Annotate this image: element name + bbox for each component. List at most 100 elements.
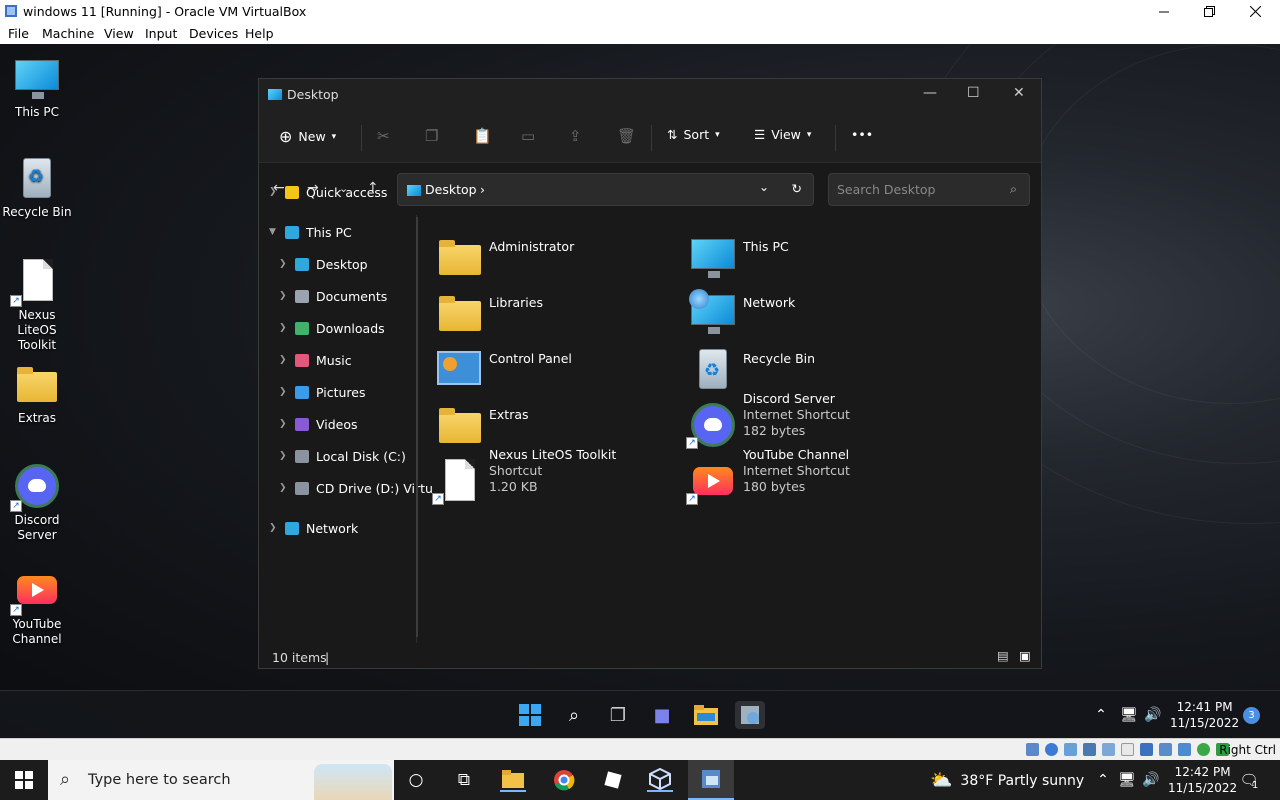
windows-start-icon[interactable]	[11, 768, 37, 792]
file-item-this-pc[interactable]: This PC	[673, 225, 923, 279]
nav-item-cd-drive-d-virtu[interactable]: ❯ CD Drive (D:) Virtu	[279, 477, 433, 499]
desktop-icon-discord[interactable]: ↗ Discord Server	[0, 462, 74, 543]
usb-status-icon[interactable]	[1102, 743, 1115, 756]
rename-icon[interactable]: ▭	[521, 127, 535, 145]
file-explorer-icon[interactable]	[691, 701, 721, 729]
menu-file[interactable]: File	[8, 26, 29, 41]
cut-icon[interactable]: ✂	[377, 127, 390, 145]
file-item-discord-server[interactable]: ↗ Discord Server Internet Shortcut 182 byte…	[673, 391, 923, 449]
address-dropdown-icon[interactable]: ⌄	[759, 180, 769, 194]
optical-drive-status-icon[interactable]	[1045, 743, 1058, 756]
nav-item-network[interactable]: ❯ Network	[269, 517, 358, 539]
host-clock[interactable]: 12:42 PM 11/15/2022	[1168, 764, 1237, 796]
chevron-right-icon[interactable]: ❯	[269, 523, 285, 533]
copy-icon[interactable]: ❐	[425, 127, 438, 145]
file-item-control-panel[interactable]: Control Panel	[419, 337, 669, 391]
large-icons-view-icon[interactable]: ▣	[1019, 648, 1031, 663]
task-view-icon[interactable]: ⧉	[451, 768, 477, 792]
file-item-administrator[interactable]: Administrator	[419, 225, 669, 279]
maximize-button[interactable]	[1186, 0, 1232, 23]
notification-badge[interactable]: 3	[1243, 707, 1260, 724]
file-item-network[interactable]: Network	[673, 281, 923, 335]
chevron-right-icon[interactable]: ❯	[279, 419, 295, 429]
menu-help[interactable]: Help	[245, 26, 274, 41]
nav-item-desktop[interactable]: ❯ Desktop	[279, 253, 368, 275]
guest-clock[interactable]: 12:41 PM 11/15/2022	[1170, 699, 1239, 731]
chevron-right-icon[interactable]: ❯	[269, 187, 285, 197]
virtualbox-manager-icon[interactable]	[647, 768, 673, 792]
chrome-icon[interactable]	[551, 768, 577, 792]
navpane-scrollbar[interactable]	[416, 217, 418, 637]
nav-item-pictures[interactable]: ❯ Pictures	[279, 381, 366, 403]
desktop-icon-extras[interactable]: Extras	[0, 360, 74, 426]
mouse-integration-status-icon[interactable]	[1197, 743, 1210, 756]
search-icon[interactable]: ⌕	[559, 701, 589, 729]
desktop-icon-nexus-toolkit[interactable]: ↗ Nexus LiteOS Toolkit	[0, 257, 74, 353]
desktop-icon-youtube[interactable]: ↗ YouTube Channel	[0, 566, 74, 647]
chat-icon[interactable]: ■	[647, 701, 677, 729]
delete-icon[interactable]: 🗑	[617, 127, 636, 145]
chevron-down-icon[interactable]: ▼	[269, 227, 285, 237]
refresh-icon[interactable]: ↻	[792, 181, 802, 196]
chevron-right-icon[interactable]: ❯	[279, 259, 295, 269]
paste-icon[interactable]: 📋	[473, 127, 492, 145]
shared-folders-status-icon[interactable]	[1121, 743, 1134, 756]
menu-machine[interactable]: Machine	[42, 26, 94, 41]
volume-icon[interactable]: 🔊	[1138, 768, 1164, 792]
file-item-recycle-bin[interactable]: Recycle Bin	[673, 337, 923, 391]
host-search-box[interactable]: ⌕ Type here to search	[48, 760, 394, 800]
details-view-icon[interactable]: ▤	[997, 648, 1009, 663]
chevron-right-icon[interactable]: ❯	[279, 291, 295, 301]
nav-item-this-pc[interactable]: ▼ This PC	[269, 221, 352, 243]
nav-item-local-disk-c[interactable]: ❯ Local Disk (C:)	[279, 445, 406, 467]
file-item-nexus-liteos-toolkit[interactable]: ↗ Nexus LiteOS Toolkit Shortcut 1.20 KB	[419, 447, 669, 505]
show-hidden-icons-icon[interactable]: ⌃	[1090, 768, 1116, 792]
menu-input[interactable]: Input	[145, 26, 177, 41]
menu-view[interactable]: View	[104, 26, 134, 41]
network-icon[interactable]: 🖥	[1114, 768, 1140, 792]
minimize-button[interactable]	[1141, 0, 1187, 23]
cortana-icon[interactable]: ○	[403, 768, 429, 792]
recording-status-icon[interactable]	[1159, 743, 1172, 756]
virtualization-status-icon[interactable]	[1178, 743, 1191, 756]
explorer-maximize-button[interactable]: ☐	[967, 85, 980, 101]
chevron-right-icon[interactable]: ❯	[279, 483, 295, 493]
desktop-icon-recycle-bin[interactable]: Recycle Bin	[0, 154, 74, 220]
file-item-libraries[interactable]: Libraries	[419, 281, 669, 335]
app-icon[interactable]	[600, 768, 626, 792]
chevron-right-icon[interactable]: ❯	[279, 451, 295, 461]
weather-widget[interactable]: ⛅ 38°F Partly sunny	[930, 770, 1084, 791]
close-button[interactable]	[1232, 0, 1278, 23]
nav-item-documents[interactable]: ❯ Documents	[279, 285, 387, 307]
file-explorer-icon[interactable]	[500, 768, 526, 792]
network-status-icon[interactable]	[1083, 743, 1096, 756]
sort-button[interactable]: ⇅ Sort ▾	[667, 127, 720, 142]
nav-item-quick-access[interactable]: ❯ Quick access	[269, 181, 387, 203]
chevron-right-icon[interactable]: ❯	[279, 355, 295, 365]
search-box[interactable]: Search Desktop ⌕	[828, 173, 1030, 206]
file-item-extras[interactable]: Extras	[419, 393, 669, 447]
new-button[interactable]: ⊕ New ▾	[279, 127, 336, 146]
desktop-icon-this-pc[interactable]: This PC	[0, 54, 74, 120]
share-icon[interactable]: ⇪	[569, 127, 582, 145]
address-bar[interactable]: Desktop › ⌄ ↻	[397, 173, 814, 206]
show-hidden-icons-icon[interactable]: ⌃	[1086, 701, 1116, 729]
nav-item-downloads[interactable]: ❯ Downloads	[279, 317, 385, 339]
explorer-close-button[interactable]: ✕	[1013, 85, 1025, 101]
explorer-minimize-button[interactable]: —	[923, 85, 937, 101]
display-status-icon[interactable]	[1140, 743, 1153, 756]
harddisk-status-icon[interactable]	[1026, 743, 1039, 756]
task-view-icon[interactable]: ❐	[603, 701, 633, 729]
view-button[interactable]: ☰ View ▾	[754, 127, 811, 142]
file-item-youtube-channel[interactable]: ↗ YouTube Channel Internet Shortcut 180 byt…	[673, 447, 923, 505]
nav-item-music[interactable]: ❯ Music	[279, 349, 352, 371]
menu-devices[interactable]: Devices	[189, 26, 238, 41]
chevron-right-icon[interactable]: ❯	[279, 323, 295, 333]
more-options-button[interactable]: •••	[851, 127, 873, 142]
setup-app-icon[interactable]	[735, 701, 765, 729]
chevron-right-icon[interactable]: ❯	[279, 387, 295, 397]
volume-icon[interactable]: 🔊	[1138, 701, 1168, 729]
windows-start-icon[interactable]	[515, 701, 545, 729]
audio-status-icon[interactable]	[1064, 743, 1077, 756]
nav-item-videos[interactable]: ❯ Videos	[279, 413, 358, 435]
